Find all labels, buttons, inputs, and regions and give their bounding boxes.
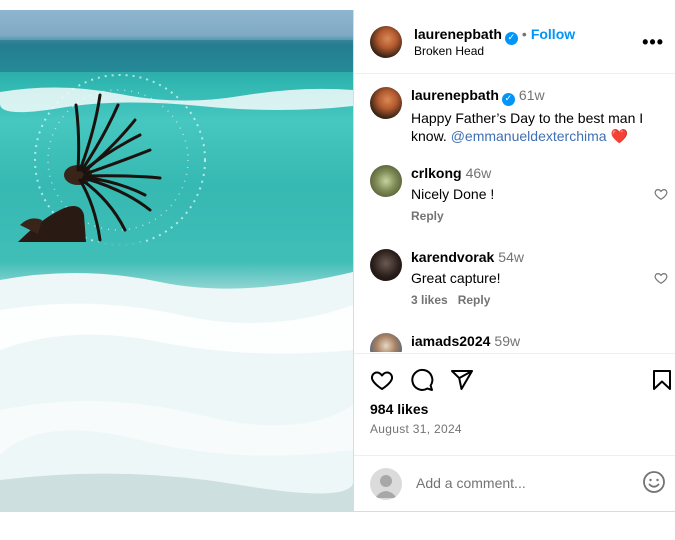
separator-dot: • <box>521 26 527 42</box>
reply-button[interactable]: Reply <box>458 293 491 307</box>
comment-time[interactable]: 59w <box>494 333 520 349</box>
comment-username[interactable]: iamads2024 <box>411 333 490 349</box>
comment-likes[interactable]: 3 likes <box>411 293 448 307</box>
heart-icon[interactable] <box>370 368 394 392</box>
action-bar: 984 likes August 31, 2024 Add a comment.… <box>354 353 675 512</box>
author-username[interactable]: laurenepbath <box>414 26 502 42</box>
post-sidebar: laurenepbath ✓ • Follow Broken Head ••• lau… <box>353 10 675 512</box>
comment-time[interactable]: 46w <box>466 165 492 181</box>
post-container: laurenepbath ✓ • Follow Broken Head ••• lau… <box>0 10 675 512</box>
comment-meta: Reply <box>411 209 656 223</box>
like-comment-heart-icon[interactable] <box>654 271 668 285</box>
caption-time[interactable]: 61w <box>519 87 545 103</box>
caption-avatar[interactable] <box>370 87 402 119</box>
comment-content: crlkong 46w Nicely Done ! Reply <box>411 165 656 223</box>
post-header: laurenepbath ✓ • Follow Broken Head ••• <box>354 10 675 74</box>
share-icon[interactable] <box>450 368 474 392</box>
heart-emoji: ❤️ <box>610 128 628 144</box>
caption-mention[interactable]: @emmanueldexterchima <box>451 128 607 144</box>
comment-avatar[interactable] <box>370 333 402 352</box>
likes-count[interactable]: 984 likes <box>370 401 428 417</box>
comment-username[interactable]: crlkong <box>411 165 462 181</box>
reply-button[interactable]: Reply <box>411 209 444 223</box>
comment-avatar[interactable] <box>370 249 402 281</box>
like-comment-heart-icon[interactable] <box>654 187 668 201</box>
comments-list[interactable]: laurenepbath ✓ 61w Happy Father’s Day to t… <box>354 75 675 352</box>
comment-icon[interactable] <box>410 368 434 392</box>
author-avatar[interactable] <box>370 26 402 58</box>
bookmark-icon[interactable] <box>650 368 674 392</box>
caption-text-block: Happy Father’s Day to the best man I kno… <box>411 109 656 145</box>
verified-icon: ✓ <box>504 32 518 45</box>
more-icon[interactable]: ••• <box>642 32 664 53</box>
user-silhouette-icon <box>375 475 397 498</box>
ocean-photo <box>0 40 353 512</box>
comment-composer: Add a comment... <box>354 455 675 513</box>
comment-text: Nicely Done ! <box>411 186 495 202</box>
comment-input[interactable]: Add a comment... <box>416 475 616 491</box>
follow-button[interactable]: Follow <box>531 26 575 42</box>
comment-time[interactable]: 54w <box>498 249 524 265</box>
comment-username[interactable]: karendvorak <box>411 249 494 265</box>
caption-username[interactable]: laurenepbath <box>411 87 499 103</box>
location-link[interactable]: Broken Head <box>414 44 484 58</box>
post-date[interactable]: August 31, 2024 <box>370 422 462 436</box>
current-user-avatar <box>370 468 402 500</box>
post-image[interactable] <box>0 10 353 512</box>
verified-icon: ✓ <box>501 93 515 106</box>
comment-meta: 3 likes Reply <box>411 293 656 307</box>
caption-content: laurenepbath ✓ 61w Happy Father’s Day to t… <box>411 87 656 145</box>
comment-content: karendvorak 54w Great capture! 3 likes Rep… <box>411 249 656 307</box>
comment-text: Great capture! <box>411 270 501 286</box>
comment-content: iamads2024 59w <box>411 333 656 351</box>
author-line: laurenepbath ✓ • Follow <box>414 26 575 45</box>
comment-avatar[interactable] <box>370 165 402 197</box>
emoji-icon[interactable] <box>642 470 666 494</box>
